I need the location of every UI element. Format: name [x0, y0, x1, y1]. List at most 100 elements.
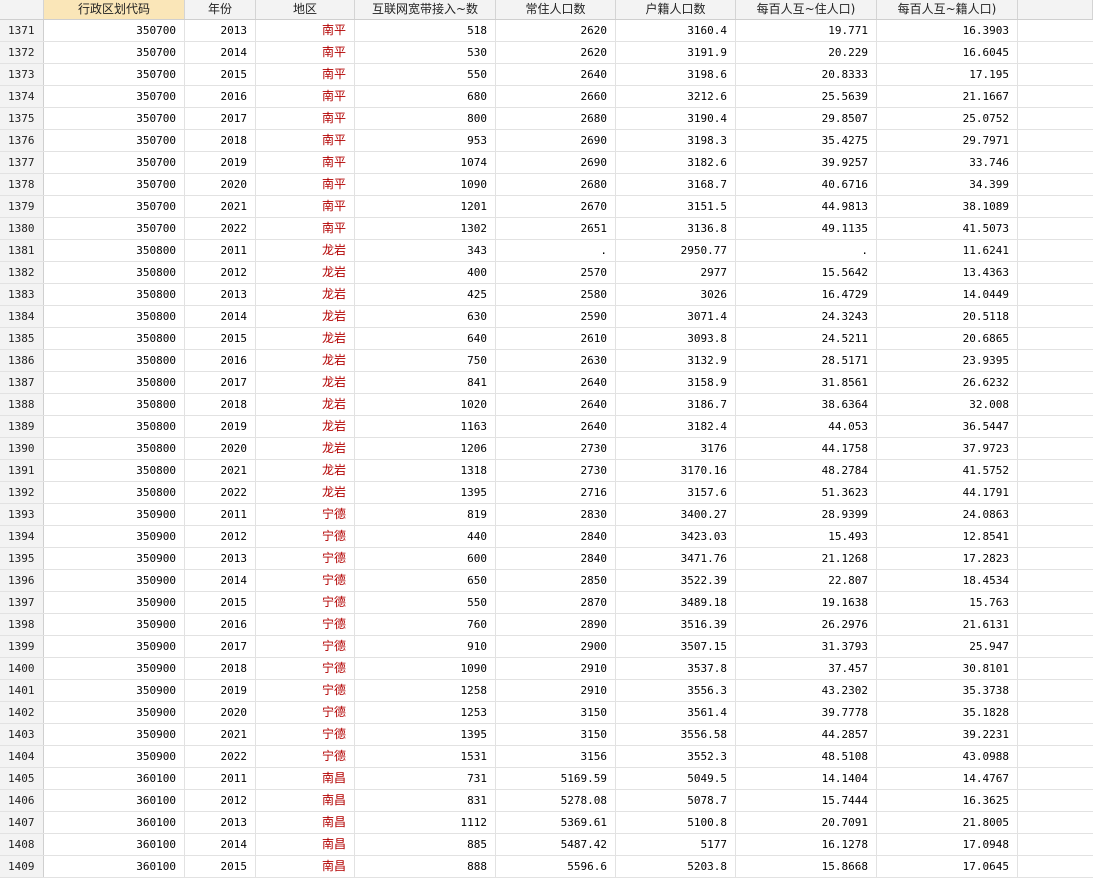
cell-per100-household[interactable]: 17.0948 [877, 834, 1018, 855]
cell-per100-resident[interactable]: 29.8507 [736, 108, 877, 129]
cell-per100-resident[interactable]: 48.5108 [736, 746, 877, 767]
cell-year[interactable]: 2019 [185, 152, 256, 173]
cell-per100-household[interactable]: 35.1828 [877, 702, 1018, 723]
table-row[interactable]: 1395 350900 2013 宁德 600 2840 3471.76 21.1268 17.… [0, 548, 1093, 570]
cell-resident-pop[interactable]: 2730 [496, 460, 616, 481]
row-number[interactable]: 1402 [0, 702, 44, 723]
cell-resident-pop[interactable]: 2651 [496, 218, 616, 239]
cell-per100-resident[interactable]: 26.2976 [736, 614, 877, 635]
cell-per100-household[interactable]: 14.4767 [877, 768, 1018, 789]
cell-per100-resident[interactable]: 16.1278 [736, 834, 877, 855]
cell-per100-resident[interactable]: 37.457 [736, 658, 877, 679]
cell-resident-pop[interactable]: 2680 [496, 174, 616, 195]
cell-broadband[interactable]: 518 [355, 20, 496, 41]
cell-resident-pop[interactable]: 5596.6 [496, 856, 616, 877]
cell-per100-resident[interactable]: 44.2857 [736, 724, 877, 745]
cell-per100-household[interactable]: 21.6131 [877, 614, 1018, 635]
cell-household-pop[interactable]: 3522.39 [616, 570, 736, 591]
cell-region[interactable]: 南昌 [256, 812, 355, 833]
cell-household-pop[interactable]: 3151.5 [616, 196, 736, 217]
cell-region[interactable]: 宁德 [256, 592, 355, 613]
table-row[interactable]: 1377 350700 2019 南平 1074 2690 3182.6 39.9257 33.… [0, 152, 1093, 174]
row-number[interactable]: 1374 [0, 86, 44, 107]
row-number[interactable]: 1390 [0, 438, 44, 459]
cell-region[interactable]: 南昌 [256, 834, 355, 855]
row-number[interactable]: 1377 [0, 152, 44, 173]
table-row[interactable]: 1387 350800 2017 龙岩 841 2640 3158.9 31.8561 26.6… [0, 372, 1093, 394]
cell-resident-pop[interactable]: 2910 [496, 680, 616, 701]
cell-year[interactable]: 2012 [185, 262, 256, 283]
cell-region[interactable]: 南昌 [256, 768, 355, 789]
cell-resident-pop[interactable]: 2850 [496, 570, 616, 591]
table-row[interactable]: 1379 350700 2021 南平 1201 2670 3151.5 44.9813 38.… [0, 196, 1093, 218]
cell-resident-pop[interactable]: 2630 [496, 350, 616, 371]
table-row[interactable]: 1383 350800 2013 龙岩 425 2580 3026 16.4729 14.044… [0, 284, 1093, 306]
cell-year[interactable]: 2011 [185, 768, 256, 789]
cell-resident-pop[interactable]: 5487.42 [496, 834, 616, 855]
cell-per100-resident[interactable]: 14.1404 [736, 768, 877, 789]
cell-per100-resident[interactable]: 38.6364 [736, 394, 877, 415]
cell-per100-household[interactable]: 38.1089 [877, 196, 1018, 217]
cell-per100-resident[interactable]: 19.771 [736, 20, 877, 41]
cell-per100-household[interactable]: 12.8541 [877, 526, 1018, 547]
cell-year[interactable]: 2012 [185, 526, 256, 547]
cell-per100-resident[interactable]: 49.1135 [736, 218, 877, 239]
cell-region[interactable]: 龙岩 [256, 394, 355, 415]
table-row[interactable]: 1378 350700 2020 南平 1090 2680 3168.7 40.6716 34.… [0, 174, 1093, 196]
row-number[interactable]: 1386 [0, 350, 44, 371]
row-number[interactable]: 1391 [0, 460, 44, 481]
cell-broadband[interactable]: 1206 [355, 438, 496, 459]
cell-resident-pop[interactable]: 2830 [496, 504, 616, 525]
row-number[interactable]: 1399 [0, 636, 44, 657]
row-number[interactable]: 1393 [0, 504, 44, 525]
cell-household-pop[interactable]: 5203.8 [616, 856, 736, 877]
table-row[interactable]: 1401 350900 2019 宁德 1258 2910 3556.3 43.2302 35.… [0, 680, 1093, 702]
cell-code[interactable]: 350800 [44, 328, 185, 349]
row-number[interactable]: 1388 [0, 394, 44, 415]
cell-year[interactable]: 2017 [185, 108, 256, 129]
cell-code[interactable]: 350700 [44, 108, 185, 129]
cell-code[interactable]: 350900 [44, 724, 185, 745]
row-number[interactable]: 1406 [0, 790, 44, 811]
cell-code[interactable]: 350800 [44, 394, 185, 415]
cell-per100-household[interactable]: 21.1667 [877, 86, 1018, 107]
cell-per100-resident[interactable]: 20.8333 [736, 64, 877, 85]
cell-code[interactable]: 350800 [44, 416, 185, 437]
table-row[interactable]: 1382 350800 2012 龙岩 400 2570 2977 15.5642 13.436… [0, 262, 1093, 284]
cell-region[interactable]: 宁德 [256, 746, 355, 767]
cell-household-pop[interactable]: 3190.4 [616, 108, 736, 129]
cell-broadband[interactable]: 650 [355, 570, 496, 591]
cell-code[interactable]: 360100 [44, 834, 185, 855]
cell-per100-resident[interactable]: 15.7444 [736, 790, 877, 811]
cell-per100-household[interactable]: 25.0752 [877, 108, 1018, 129]
cell-broadband[interactable]: 1531 [355, 746, 496, 767]
table-row[interactable]: 1380 350700 2022 南平 1302 2651 3136.8 49.1135 41.… [0, 218, 1093, 240]
cell-resident-pop[interactable]: 2716 [496, 482, 616, 503]
cell-broadband[interactable]: 953 [355, 130, 496, 151]
cell-code[interactable]: 350700 [44, 64, 185, 85]
cell-resident-pop[interactable]: 5169.59 [496, 768, 616, 789]
table-row[interactable]: 1374 350700 2016 南平 680 2660 3212.6 25.5639 21.1… [0, 86, 1093, 108]
cell-per100-household[interactable]: 15.763 [877, 592, 1018, 613]
cell-per100-resident[interactable]: 51.3623 [736, 482, 877, 503]
cell-broadband[interactable]: 640 [355, 328, 496, 349]
cell-per100-household[interactable]: 43.0988 [877, 746, 1018, 767]
cell-resident-pop[interactable]: 2580 [496, 284, 616, 305]
cell-year[interactable]: 2013 [185, 20, 256, 41]
cell-per100-resident[interactable]: 44.9813 [736, 196, 877, 217]
cell-per100-household[interactable]: 36.5447 [877, 416, 1018, 437]
row-number[interactable]: 1385 [0, 328, 44, 349]
row-number[interactable]: 1395 [0, 548, 44, 569]
cell-year[interactable]: 2014 [185, 834, 256, 855]
cell-year[interactable]: 2013 [185, 548, 256, 569]
cell-broadband[interactable]: 731 [355, 768, 496, 789]
cell-code[interactable]: 350900 [44, 614, 185, 635]
cell-resident-pop[interactable]: 5278.08 [496, 790, 616, 811]
cell-household-pop[interactable]: 3071.4 [616, 306, 736, 327]
cell-region[interactable]: 龙岩 [256, 328, 355, 349]
cell-broadband[interactable]: 888 [355, 856, 496, 877]
cell-household-pop[interactable]: 3170.16 [616, 460, 736, 481]
cell-household-pop[interactable]: 3489.18 [616, 592, 736, 613]
row-number[interactable]: 1384 [0, 306, 44, 327]
cell-per100-resident[interactable]: 39.7778 [736, 702, 877, 723]
